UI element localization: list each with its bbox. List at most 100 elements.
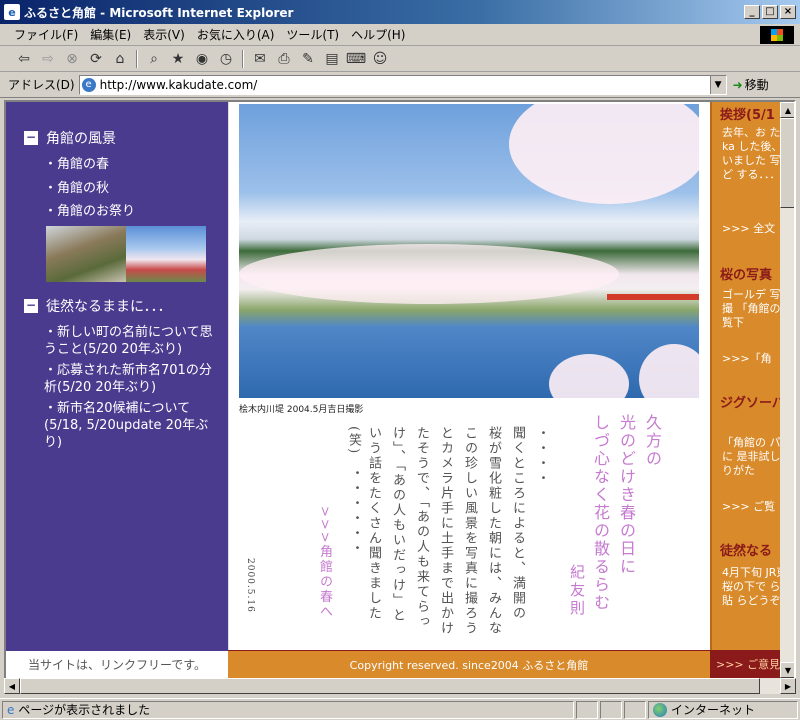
vertical-scrollbar[interactable]: ▲ ▼ [780,102,794,678]
horizontal-scrollbar[interactable]: ◀ ▶ [4,678,796,694]
link-spring[interactable]: ・角館の春 [44,156,222,173]
forward-icon[interactable]: ⇨ [38,49,58,69]
essays-text: 4月下旬 JR東京駅 桜の下で らいに貼 らどうぞ [722,566,780,607]
standard-toolbar: ⇦ ⇨ ⊗ ⟳ ⌂ ⌕ ★ ◉ ◷ ✉ ⎙ ✎ ▤ ⌨ ☺ [0,46,800,72]
cherry-blossom-photo [239,104,699,398]
windows-logo-icon [760,26,794,44]
poem-line: 久方の [643,414,662,468]
link-spring-page[interactable]: >>>角館の春へ [315,506,334,620]
scroll-right-icon[interactable]: ▶ [780,678,796,694]
right-column: 挨拶(5/1 去年、お た際にka した後、ほ ていました 写真など する．．．… [710,102,780,650]
copyright: Copyright reserved. since2004 ふるさと角館 [228,650,710,678]
section-essays[interactable]: − 徒然なるままに．．． [24,296,172,316]
home-icon[interactable]: ⌂ [110,49,130,69]
page-icon: e [81,77,96,92]
maximize-button[interactable]: □ [762,5,778,19]
link-essay-2[interactable]: ・応募された新市名701の分析(5/20 20年ぶり) [44,362,222,396]
address-url[interactable]: http://www.kakudate.com/ [100,78,710,92]
poem-line: しづ心なく花の散るらむ [591,414,610,612]
link-free-notice: 当サイトは、リンクフリーです。 [6,650,228,678]
print-icon[interactable]: ⎙ [274,49,294,69]
link-festival[interactable]: ・角館のお祭り [44,203,222,220]
status-cell [576,700,598,719]
cherry-photos-link[interactable]: >>>「角 [722,352,780,366]
essay-line: ・・・・・・ [348,466,363,556]
status-bar: e ページが表示されました インターネット [0,698,800,720]
ie-icon: e [4,4,20,20]
date-stamp: 2000.5.16 [245,558,255,613]
red-bridge [607,294,699,300]
horizontal-scroll-thumb[interactable] [20,678,760,694]
essay-line: け」、「あの人もいだっけ」と [390,426,405,623]
photo-caption: 桧木内川堤 2004.5月吉日撮影 [239,405,364,415]
scroll-left-icon[interactable]: ◀ [4,678,20,694]
minimize-button[interactable]: _ [744,5,760,19]
poem-line: 光のどけき春の日に [617,414,636,576]
search-icon[interactable]: ⌕ [144,49,164,69]
jigsaw-heading: ジグソーパ [720,396,780,411]
go-label: 移動 [744,78,769,92]
edit-icon[interactable]: ✎ [298,49,318,69]
title-bar: e ふるさと角館 - Microsoft Internet Explorer _… [0,0,800,24]
zone-label: インターネット [671,703,756,717]
media-icon[interactable]: ◉ [192,49,212,69]
essays-heading: 徒然なる [720,544,773,559]
menu-file[interactable]: ファイル(F) [8,26,84,43]
back-icon[interactable]: ⇦ [14,49,34,69]
close-button[interactable]: × [780,5,796,19]
security-zone: インターネット [648,700,798,719]
menu-tools[interactable]: ツール(T) [280,26,345,43]
address-dropdown-icon[interactable]: ▼ [709,75,726,94]
feedback-link[interactable]: >>> ご意見 [710,650,780,678]
link-essay-3[interactable]: ・新市名20候補について(5/18, 5/20update 20年ぶり) [44,400,222,451]
toolbar-separator [242,49,244,68]
address-bar: アドレス(D) e http://www.kakudate.com/ ▼ ➜ 移… [0,72,800,98]
stop-icon[interactable]: ⊗ [62,49,82,69]
greeting-more-link[interactable]: >>> 全文 [722,222,780,236]
page-done-icon: e [7,702,15,717]
menu-help[interactable]: ヘルプ(H) [345,26,411,43]
menu-view[interactable]: 表示(V) [137,26,191,43]
favorites-icon[interactable]: ★ [168,49,188,69]
section-title: 角館の風景 [46,131,116,147]
essay-line: 聞くところによると、満開の [510,426,525,621]
go-button[interactable]: ➜ 移動 [733,76,769,93]
section-scenery[interactable]: − 角館の風景 [24,128,116,148]
collapse-icon[interactable]: − [24,131,38,145]
essay-line: 桜が雪化粧した朝には、みんな [486,426,501,636]
address-label: アドレス(D) [8,78,75,92]
menu-edit[interactable]: 編集(E) [84,26,137,43]
address-input[interactable]: e http://www.kakudate.com/ ▼ [78,74,727,95]
left-sidebar: − 角館の風景 ・角館の春 ・角館の秋 ・角館のお祭り − 徒然なるままに．．．… [6,102,228,650]
history-icon[interactable]: ◷ [216,49,236,69]
main-content: 桧木内川堤 2004.5月吉日撮影 久方の 光のどけき春の日に しづ心なく花の散… [228,102,710,650]
poem-author: 紀友則 [568,564,586,618]
scroll-up-icon[interactable]: ▲ [780,102,794,118]
web-page: − 角館の風景 ・角館の春 ・角館の秋 ・角館のお祭り − 徒然なるままに．．．… [6,102,780,678]
scroll-down-icon[interactable]: ▼ [780,662,794,678]
toolbar-separator [136,49,138,68]
menu-bar: ファイル(F) 編集(E) 表示(V) お気に入り(A) ツール(T) ヘルプ(… [0,24,800,46]
link-autumn[interactable]: ・角館の秋 [44,180,222,197]
status-text: ページが表示されました [18,703,151,717]
mail-icon[interactable]: ✉ [250,49,270,69]
internet-zone-icon [653,702,667,717]
jigsaw-link[interactable]: >>> ご覧 [722,500,780,514]
cherry-photos-text: ゴールデ 写真を撮 「角館の 非ご覧下 [722,288,780,329]
collapse-icon[interactable]: − [24,299,38,313]
essay-line: ・・・・ [534,426,549,486]
thumbnail-cherry-river[interactable] [126,226,206,282]
menu-favorites[interactable]: お気に入り(A) [191,26,281,43]
messenger-icon[interactable]: ☺ [370,49,390,69]
discuss-icon[interactable]: ▤ [322,49,342,69]
status-main: e ページが表示されました [2,700,574,719]
link-essay-1[interactable]: ・新しい町の名前について思うこと(5/20 20年ぶり) [44,324,222,358]
scroll-thumb[interactable] [780,118,794,208]
go-arrow-icon: ➜ [732,77,743,92]
browser-viewport: − 角館の風景 ・角館の春 ・角館の秋 ・角館のお祭り − 徒然なるままに．．．… [4,100,796,680]
refresh-icon[interactable]: ⟳ [86,49,106,69]
research-icon[interactable]: ⌨ [346,49,366,69]
jigsaw-text: 「角館の パズルに 是非試し ばありがた [722,436,780,477]
essay-line: たそうで、「あの人も来てらっ [414,426,429,630]
thumbnail-samurai-house[interactable] [46,226,126,282]
